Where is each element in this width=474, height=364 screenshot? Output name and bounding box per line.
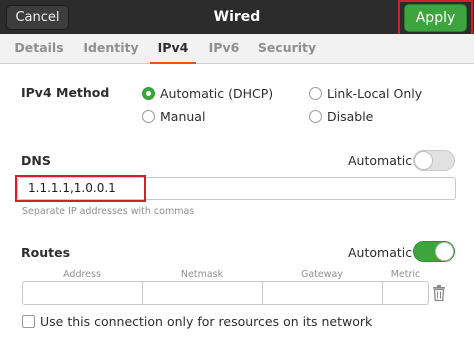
tab-security[interactable]: Security [256, 34, 318, 64]
route-metric-input[interactable] [382, 281, 429, 305]
tab-bar: Details Identity IPv4 IPv6 Security [0, 34, 474, 64]
only-resources-label: Use this connection only for resources o… [40, 314, 373, 329]
radio-manual[interactable]: Manual [142, 109, 205, 124]
radio-automatic-dhcp[interactable]: Automatic (DHCP) [142, 86, 273, 101]
routes-label: Routes [21, 245, 71, 260]
ipv4-method-label: IPv4 Method [21, 85, 110, 100]
radio-link-local-only[interactable]: Link-Local Only [309, 86, 422, 101]
header-bar: Wired Cancel Apply [0, 0, 474, 38]
radio-checked-icon [142, 87, 155, 100]
route-address-input[interactable] [22, 281, 143, 305]
switch-knob [414, 151, 433, 170]
col-header-address: Address [63, 269, 101, 280]
apply-button[interactable]: Apply [404, 4, 467, 32]
radio-disable[interactable]: Disable [309, 109, 373, 124]
dns-automatic-label: Automatic [348, 153, 413, 168]
dns-highlight-box [15, 175, 146, 202]
only-resources-checkbox-row[interactable]: Use this connection only for resources o… [22, 314, 372, 329]
radio-label: Disable [327, 109, 374, 124]
radio-label: Automatic (DHCP) [160, 86, 274, 101]
cancel-button[interactable]: Cancel [6, 5, 69, 30]
col-header-netmask: Netmask [180, 269, 224, 280]
radio-label: Manual [160, 109, 206, 124]
trash-icon[interactable] [431, 284, 447, 302]
tab-identity[interactable]: Identity [80, 34, 142, 64]
tab-ipv4[interactable]: IPv4 [150, 34, 196, 64]
radio-unchecked-icon [309, 110, 322, 123]
radio-label: Link-Local Only [327, 86, 423, 101]
dns-label: DNS [21, 153, 51, 168]
radio-unchecked-icon [309, 87, 322, 100]
routes-automatic-switch[interactable] [413, 241, 455, 262]
dns-automatic-switch[interactable] [413, 150, 455, 171]
col-header-metric: Metric [390, 269, 421, 280]
route-netmask-input[interactable] [142, 281, 263, 305]
col-header-gateway: Gateway [301, 269, 343, 280]
switch-knob [435, 242, 454, 261]
checkbox-unchecked-icon[interactable] [22, 315, 35, 328]
tab-details[interactable]: Details [10, 34, 68, 64]
tab-ipv6[interactable]: IPv6 [204, 34, 244, 64]
dns-hint: Separate IP addresses with commas [22, 206, 195, 217]
routes-automatic-label: Automatic [348, 245, 413, 260]
route-gateway-input[interactable] [262, 281, 383, 305]
radio-unchecked-icon [142, 110, 155, 123]
